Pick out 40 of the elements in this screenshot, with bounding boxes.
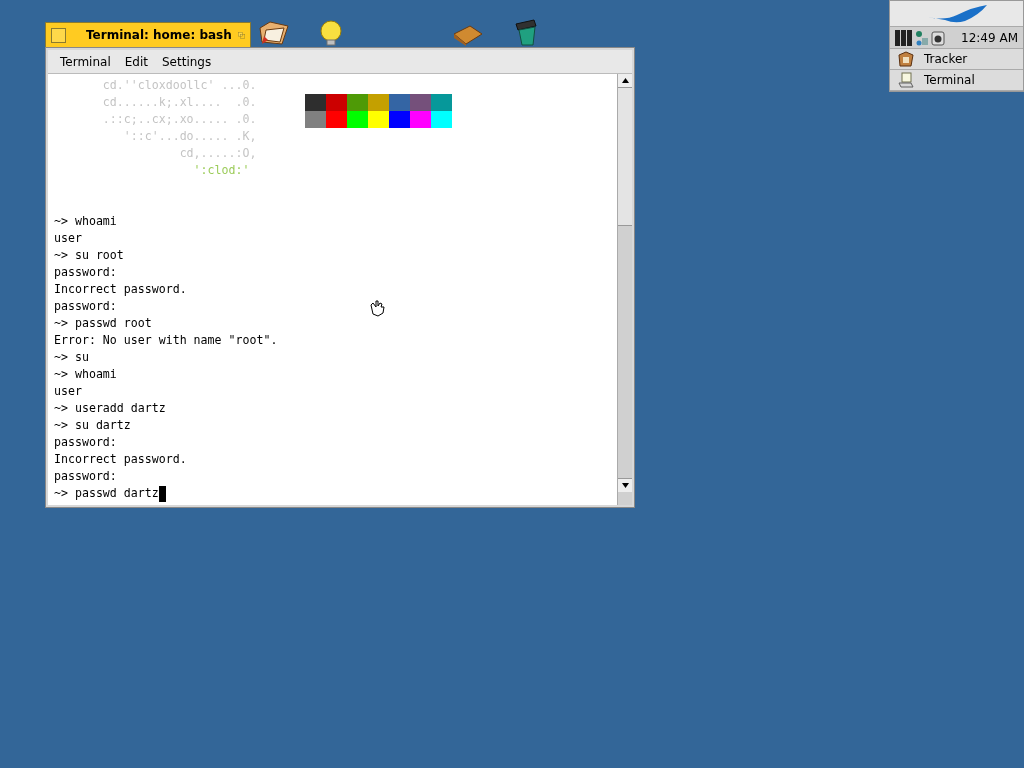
logo-text: ':clod:' [192, 162, 250, 179]
up-arrow-icon[interactable] [621, 78, 629, 83]
terminal-line: ~> su root [54, 247, 124, 264]
terminal-line: ~> passwd root [54, 315, 152, 332]
terminal-line: password: [54, 264, 117, 281]
folder-icon[interactable] [258, 20, 290, 46]
terminal-line: ~> passwd dartz [54, 485, 159, 502]
down-arrow-icon[interactable] [621, 483, 629, 488]
folder-icon [898, 51, 914, 67]
menu-item[interactable]: Terminal [55, 52, 116, 71]
terminal-line: user [54, 230, 82, 247]
terminal-line: Incorrect password. [54, 451, 187, 468]
menu-item[interactable]: Settings [156, 52, 217, 71]
close-button[interactable] [51, 27, 66, 43]
terminal-line: ~> whoami [54, 366, 117, 383]
menu-item[interactable]: Edit [119, 52, 153, 71]
terminal-line: password: [54, 468, 117, 485]
terminal-line: ~> su dartz [54, 417, 131, 434]
window-tab[interactable]: Terminal: home: bash [45, 22, 251, 47]
app-entry[interactable]: Terminal [890, 70, 1023, 91]
terminal-icon [898, 72, 914, 88]
box-icon[interactable] [452, 24, 484, 46]
terminal-line: Incorrect password. [54, 281, 187, 298]
cpu-meter-icon[interactable] [895, 29, 913, 46]
terminal-line: ~> useradd dartz [54, 400, 166, 417]
window-title: Terminal: home: bash [86, 27, 232, 44]
terminal-line: ~> whoami [54, 213, 117, 230]
lightbulb-icon[interactable] [318, 20, 344, 46]
logo-text: '::c'...do..... .K, [122, 128, 257, 145]
terminal-line: password: [54, 434, 117, 451]
hand-cursor-icon [368, 299, 386, 317]
app-entry[interactable]: Tracker [890, 49, 1023, 70]
scrollbar[interactable] [617, 74, 632, 505]
terminal-line: user [54, 383, 82, 400]
trash-icon[interactable] [512, 18, 540, 46]
terminal-line: Error: No user with name "root". [54, 332, 278, 349]
logo-text: cd,.....:O, [178, 145, 257, 162]
terminal-line: ~> su [54, 349, 89, 366]
terminal-line: password: [54, 298, 117, 315]
speaker-icon[interactable] [931, 29, 945, 46]
